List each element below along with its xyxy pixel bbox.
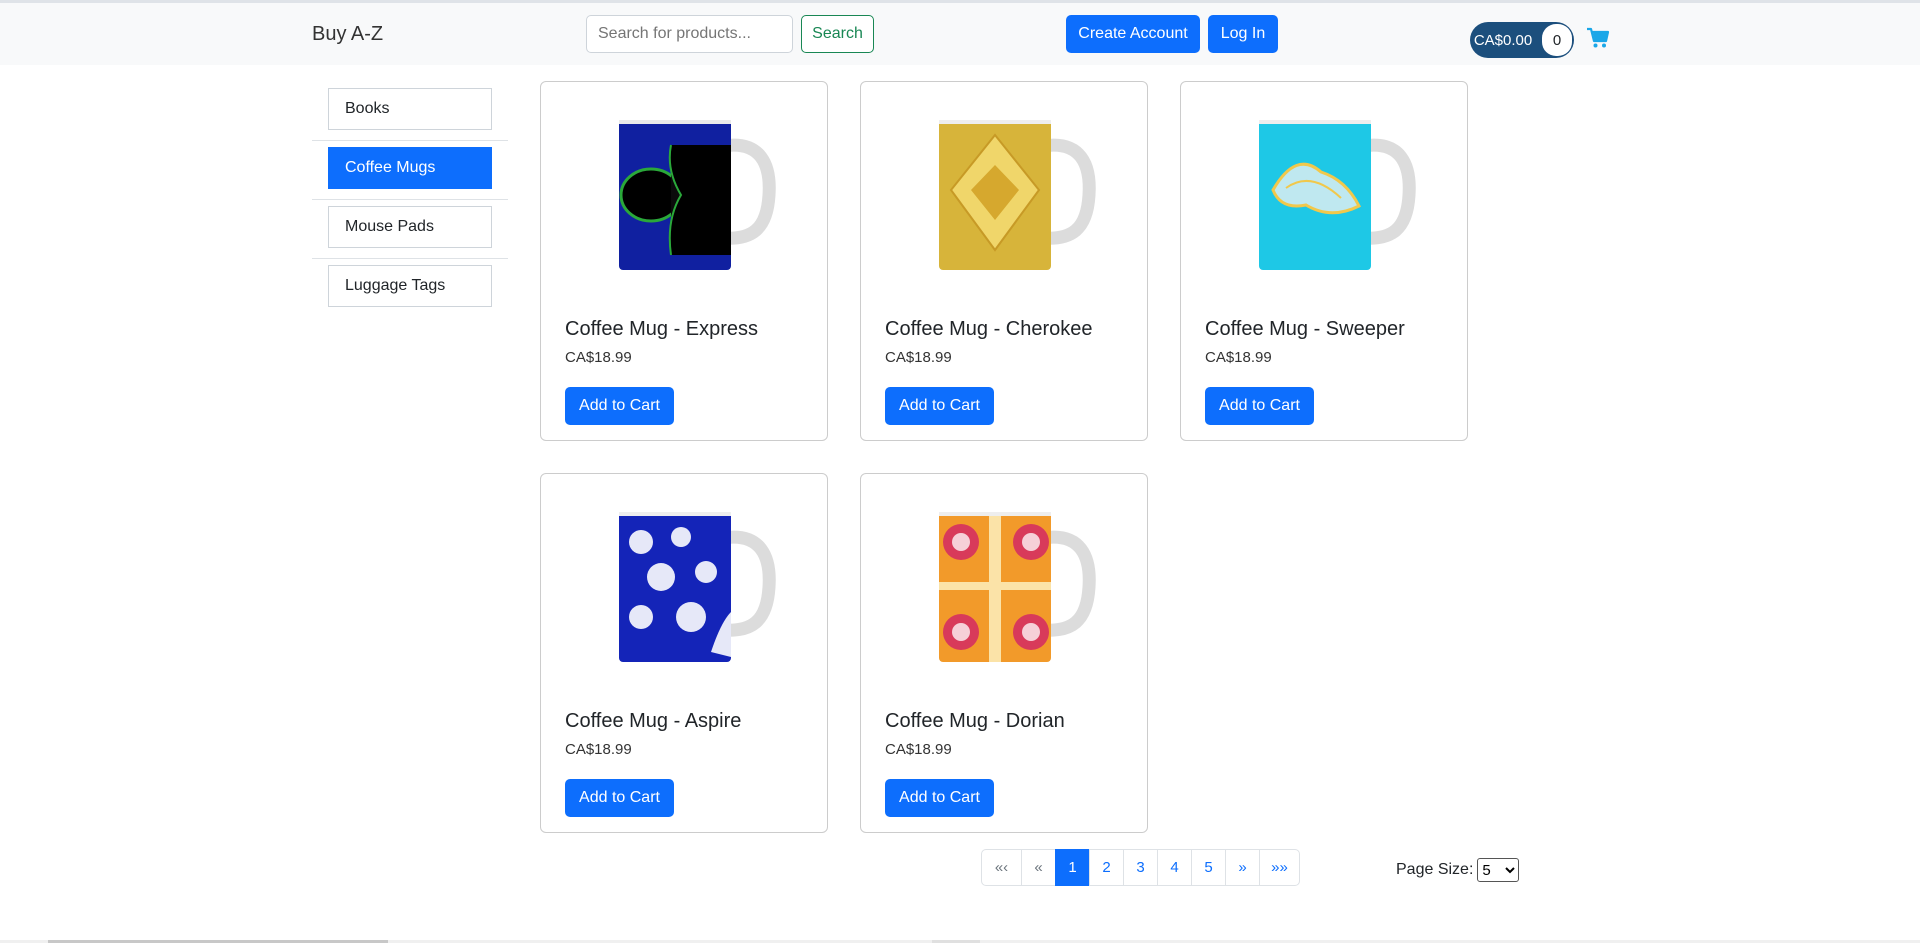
product-card: Coffee Mug - Aspire CA$18.99 Add to Cart	[540, 473, 828, 833]
product-image[interactable]	[611, 110, 781, 270]
product-card: Coffee Mug - Dorian CA$18.99 Add to Cart	[860, 473, 1148, 833]
pagination: «‹ « 1 2 3 4 5 » »»	[981, 849, 1300, 886]
product-image[interactable]	[931, 502, 1101, 662]
product-price: CA$18.99	[1205, 349, 1272, 366]
sidebar-item-coffee-mugs[interactable]: Coffee Mugs	[328, 147, 492, 189]
page-size-select[interactable]: 5	[1477, 858, 1520, 882]
add-to-cart-button[interactable]: Add to Cart	[565, 387, 674, 425]
page-button-2[interactable]: 2	[1089, 849, 1124, 886]
cart-count-badge: 0	[1542, 24, 1572, 56]
sidebar-item-luggage-tags[interactable]: Luggage Tags	[328, 265, 492, 307]
product-price: CA$18.99	[885, 741, 952, 758]
search-input[interactable]	[586, 15, 793, 53]
page-button-4[interactable]: 4	[1157, 849, 1192, 886]
product-image[interactable]	[611, 502, 781, 662]
sidebar-item-mouse-pads[interactable]: Mouse Pads	[328, 206, 492, 248]
sidebar-row-luggage-tags: Luggage Tags	[312, 259, 508, 318]
cart-summary[interactable]: CA$0.00 0	[1470, 22, 1574, 58]
sidebar-item-books[interactable]: Books	[328, 88, 492, 130]
sidebar-row-books: Books	[312, 82, 508, 141]
page-prev-button[interactable]: «	[1021, 849, 1056, 886]
category-sidebar: Books Coffee Mugs Mouse Pads Luggage Tag…	[312, 82, 508, 318]
product-card: Coffee Mug - Express CA$18.99 Add to Car…	[540, 81, 828, 441]
search-button[interactable]: Search	[801, 15, 874, 53]
navbar: Buy A-Z Search Create Account Log In CA$…	[0, 3, 1920, 65]
login-button[interactable]: Log In	[1208, 15, 1278, 53]
product-card: Coffee Mug - Sweeper CA$18.99 Add to Car…	[1180, 81, 1468, 441]
page-last-button[interactable]: »»	[1259, 849, 1300, 886]
product-card: Coffee Mug - Cherokee CA$18.99 Add to Ca…	[860, 81, 1148, 441]
create-account-button[interactable]: Create Account	[1066, 15, 1200, 53]
product-image[interactable]	[1251, 110, 1421, 270]
product-title[interactable]: Coffee Mug - Express	[565, 318, 758, 341]
page-button-5[interactable]: 5	[1191, 849, 1226, 886]
brand-logo[interactable]: Buy A-Z	[312, 23, 383, 46]
shopping-cart-icon[interactable]	[1586, 27, 1610, 49]
product-title[interactable]: Coffee Mug - Sweeper	[1205, 318, 1405, 341]
product-image[interactable]	[931, 110, 1101, 270]
add-to-cart-button[interactable]: Add to Cart	[565, 779, 674, 817]
page-first-button[interactable]: «‹	[981, 849, 1022, 886]
sidebar-row-mouse-pads: Mouse Pads	[312, 200, 508, 259]
page-button-3[interactable]: 3	[1123, 849, 1158, 886]
product-price: CA$18.99	[565, 741, 632, 758]
add-to-cart-button[interactable]: Add to Cart	[885, 387, 994, 425]
page-size-control: Page Size: 5	[1396, 858, 1520, 882]
page-button-1[interactable]: 1	[1055, 849, 1090, 886]
product-price: CA$18.99	[565, 349, 632, 366]
product-price: CA$18.99	[885, 349, 952, 366]
add-to-cart-button[interactable]: Add to Cart	[1205, 387, 1314, 425]
product-title[interactable]: Coffee Mug - Cherokee	[885, 318, 1093, 341]
product-title[interactable]: Coffee Mug - Aspire	[565, 710, 741, 733]
product-title[interactable]: Coffee Mug - Dorian	[885, 710, 1065, 733]
sidebar-row-coffee-mugs: Coffee Mugs	[312, 141, 508, 200]
cart-total: CA$0.00	[1473, 31, 1533, 49]
page-next-button[interactable]: »	[1225, 849, 1260, 886]
page-size-label: Page Size:	[1396, 861, 1474, 878]
add-to-cart-button[interactable]: Add to Cart	[885, 779, 994, 817]
